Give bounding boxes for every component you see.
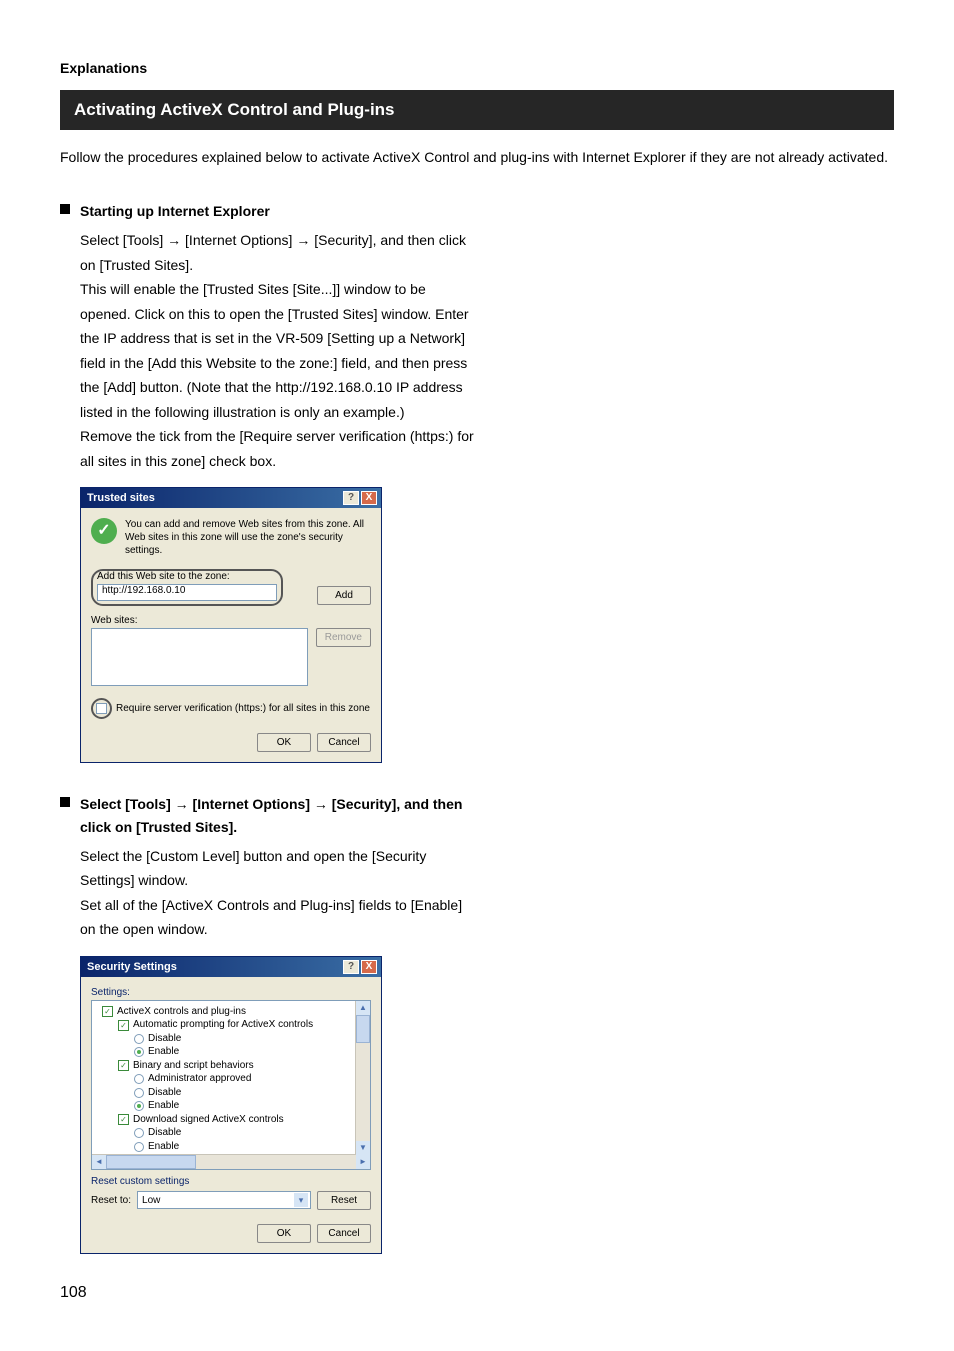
arrow-icon: → [175, 796, 189, 812]
step2-para1: Select the [Custom Level] button and ope… [80, 844, 480, 893]
gear-icon: ✓ [118, 1060, 129, 1071]
scroll-thumb-h[interactable] [106, 1155, 196, 1169]
vertical-scrollbar[interactable]: ▲ ▼ [355, 1001, 370, 1155]
tree-enable: Enable [148, 1045, 179, 1059]
website-input[interactable]: http://192.168.0.10 [97, 584, 277, 601]
dialog-body: ✓ You can add and remove Web sites from … [81, 508, 381, 762]
close-button[interactable]: X [361, 491, 377, 505]
scroll-left-icon[interactable]: ◄ [92, 1155, 106, 1169]
square-bullet-icon [60, 797, 70, 807]
radio-disable[interactable] [134, 1088, 144, 1098]
tree-disable: Disable [148, 1032, 181, 1046]
settings-tree[interactable]: ✓ActiveX controls and plug-ins ✓Automati… [92, 1001, 370, 1154]
scroll-right-icon[interactable]: ► [356, 1155, 370, 1169]
reset-custom-label: Reset custom settings [91, 1176, 371, 1187]
radio-enable[interactable] [134, 1047, 144, 1057]
cancel-button[interactable]: Cancel [317, 1224, 371, 1243]
tree-enable-3: Enable [148, 1140, 179, 1154]
tree-disable-2: Disable [148, 1086, 181, 1100]
gear-icon: ✓ [118, 1114, 129, 1125]
dialog-body: Settings: ✓ActiveX controls and plug-ins… [81, 977, 381, 1253]
arrow-icon: → [314, 796, 328, 812]
step1-para3: Remove the tick from the [Require server… [80, 424, 480, 473]
require-verification-checkbox[interactable] [96, 703, 107, 714]
intro-text: Follow the procedures explained below to… [60, 146, 894, 170]
gear-icon: ✓ [118, 1020, 129, 1031]
radio-admin[interactable] [134, 1074, 144, 1084]
add-website-label: Add this Web site to the zone: [97, 571, 277, 582]
step2-bullet: Select [Tools] → [Internet Options] → [S… [60, 793, 480, 838]
scroll-up-icon[interactable]: ▲ [356, 1001, 370, 1015]
section-title-band: Activating ActiveX Control and Plug-ins [60, 90, 894, 130]
help-button[interactable]: ? [343, 960, 359, 974]
square-bullet-icon [60, 204, 70, 214]
step1-bullet: Starting up Internet Explorer [60, 200, 480, 222]
highlight-circle [91, 698, 112, 719]
left-column: Starting up Internet Explorer Select [To… [60, 200, 480, 1254]
settings-tree-container: ✓ActiveX controls and plug-ins ✓Automati… [91, 1000, 371, 1170]
radio-disable[interactable] [134, 1034, 144, 1044]
tree-download-signed: Download signed ActiveX controls [133, 1113, 284, 1127]
remove-button[interactable]: Remove [316, 628, 371, 647]
step2-title: Select [Tools] → [Internet Options] → [S… [80, 793, 480, 838]
require-verification-label: Require server verification (https:) for… [116, 703, 370, 714]
security-settings-dialog: Security Settings ? X Settings: ✓ActiveX… [80, 956, 382, 1254]
arrow-icon: → [167, 232, 181, 248]
scroll-thumb[interactable] [356, 1015, 370, 1043]
tree-enable-2: Enable [148, 1099, 179, 1113]
page: Explanations Activating ActiveX Control … [0, 0, 954, 1332]
reset-level-value: Low [142, 1195, 160, 1206]
dialog-titlebar: Security Settings ? X [81, 957, 381, 977]
close-button[interactable]: X [361, 960, 377, 974]
reset-to-label: Reset to: [91, 1195, 131, 1206]
tree-admin: Administrator approved [148, 1072, 251, 1086]
step1-line-b: [Internet Options] [181, 232, 296, 248]
add-button[interactable]: Add [317, 586, 371, 605]
check-shield-icon: ✓ [91, 518, 117, 544]
tree-activex: ActiveX controls and plug-ins [117, 1005, 246, 1019]
step1-line-a: Select [Tools] [80, 232, 167, 248]
tree-auto-prompt: Automatic prompting for ActiveX controls [133, 1018, 313, 1032]
step1-para2: This will enable the [Trusted Sites [Sit… [80, 277, 480, 424]
radio-disable[interactable] [134, 1128, 144, 1138]
require-verification-row: Require server verification (https:) for… [91, 698, 371, 719]
trusted-sites-dialog: Trusted sites ? X ✓ You can add and remo… [80, 487, 382, 763]
help-button[interactable]: ? [343, 491, 359, 505]
dialog-info-text: You can add and remove Web sites from th… [125, 518, 371, 557]
explanations-heading: Explanations [60, 60, 894, 76]
radio-enable[interactable] [134, 1101, 144, 1111]
ok-button[interactable]: OK [257, 733, 311, 752]
reset-level-select[interactable]: Low ▾ [137, 1191, 311, 1209]
page-number: 108 [60, 1284, 894, 1302]
step2-title-a: Select [Tools] [80, 796, 175, 812]
dialog-titlebar: Trusted sites ? X [81, 488, 381, 508]
highlight-oval: Add this Web site to the zone: http://19… [91, 569, 283, 606]
step2-para2: Set all of the [ActiveX Controls and Plu… [80, 893, 480, 942]
scroll-down-icon[interactable]: ▼ [356, 1141, 370, 1155]
settings-label: Settings: [91, 987, 371, 998]
arrow-icon: → [296, 232, 310, 248]
tree-binary: Binary and script behaviors [133, 1059, 254, 1073]
websites-listbox[interactable] [91, 628, 308, 686]
tree-disable-3: Disable [148, 1126, 181, 1140]
gear-icon: ✓ [102, 1006, 113, 1017]
chevron-down-icon: ▾ [294, 1193, 308, 1207]
dialog-title-text: Security Settings [87, 961, 177, 973]
ok-button[interactable]: OK [257, 1224, 311, 1243]
horizontal-scrollbar[interactable]: ◄ ► [92, 1154, 370, 1169]
step2-title-b: [Internet Options] [189, 796, 314, 812]
step1-body: Select [Tools] → [Internet Options] → [S… [80, 228, 480, 473]
reset-button[interactable]: Reset [317, 1191, 371, 1210]
step2-body: Select the [Custom Level] button and ope… [80, 844, 480, 942]
websites-label: Web sites: [91, 615, 371, 626]
step1-title: Starting up Internet Explorer [80, 200, 270, 222]
cancel-button[interactable]: Cancel [317, 733, 371, 752]
dialog-title-text: Trusted sites [87, 492, 155, 504]
radio-enable[interactable] [134, 1142, 144, 1152]
